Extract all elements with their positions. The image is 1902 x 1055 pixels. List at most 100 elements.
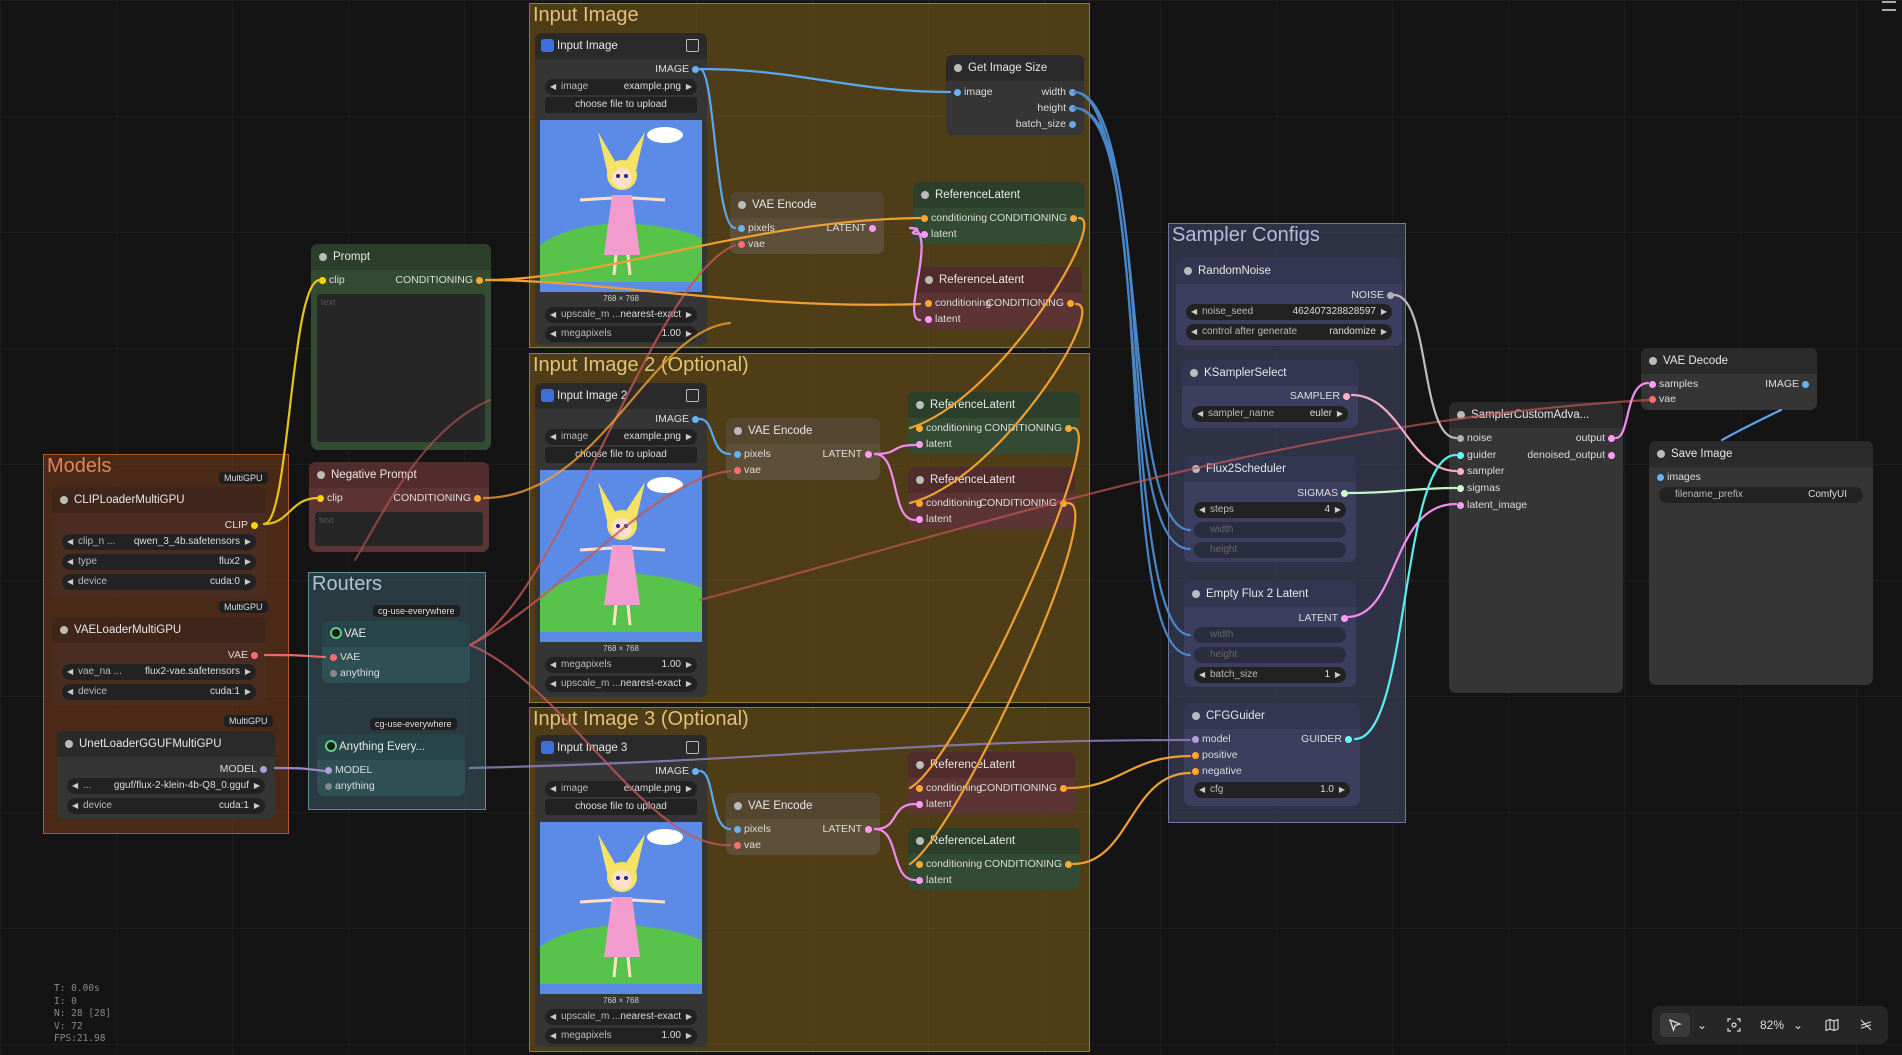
node-prompt[interactable]: Prompt clip CONDITIONING text — [311, 244, 491, 450]
input-pixels[interactable]: pixels — [734, 823, 771, 836]
arrow-left-icon[interactable]: ◀ — [67, 574, 73, 590]
minimap-icon[interactable] — [1820, 1013, 1844, 1037]
megapixels-input[interactable]: ◀ megapixels 1.00 ▶ — [545, 657, 697, 673]
collapse-dot-icon[interactable] — [734, 802, 742, 810]
input-vae[interactable]: vae — [738, 238, 765, 251]
toggle-links-icon[interactable] — [1854, 1013, 1878, 1037]
output-conditioning[interactable]: CONDITIONING — [979, 782, 1067, 795]
type-select[interactable]: ◀ type flux2 ▶ — [62, 554, 256, 570]
collapse-dot-icon[interactable] — [65, 740, 73, 748]
width-input-converted[interactable]: width — [1194, 627, 1346, 643]
node-title-bar[interactable]: ReferenceLatent — [908, 752, 1075, 778]
arrow-left-icon[interactable]: ◀ — [67, 554, 73, 570]
node-title-bar[interactable]: CFGGuider — [1184, 703, 1360, 729]
arrow-right-icon[interactable]: ▶ — [245, 534, 251, 550]
node-random-noise[interactable]: RandomNoise NOISE ◀ noise_seed 462407328… — [1176, 258, 1402, 346]
input-images[interactable]: images — [1657, 471, 1701, 484]
input-vae[interactable]: vae — [734, 464, 761, 477]
clip-name-select[interactable]: ◀ clip_n ... qwen_3_4b.safetensors ▶ — [62, 534, 256, 550]
output-guider[interactable]: GUIDER — [1301, 733, 1352, 746]
negative-prompt-textarea[interactable]: text — [315, 512, 483, 546]
arrow-right-icon[interactable]: ▶ — [686, 1028, 692, 1044]
output-denoised[interactable]: denoised_output — [1527, 449, 1615, 462]
output-sigmas[interactable]: SIGMAS — [1297, 487, 1348, 500]
arrow-left-icon[interactable]: ◀ — [1197, 406, 1203, 422]
node-reference-latent-6[interactable]: ReferenceLatent conditioning latent COND… — [908, 828, 1080, 890]
node-reference-latent-3[interactable]: ReferenceLatent conditioning latent COND… — [908, 392, 1080, 454]
node-title-bar[interactable]: Get Image Size — [946, 55, 1084, 81]
megapixels-input[interactable]: ◀ megapixels 1.00 ▶ — [545, 1028, 697, 1044]
menu-icon[interactable] — [1882, 1, 1896, 11]
input-negative[interactable]: negative — [1192, 765, 1242, 778]
fit-view-icon[interactable] — [1722, 1013, 1746, 1037]
node-title-bar[interactable]: VAE Encode — [726, 793, 880, 819]
collapse-dot-icon[interactable] — [60, 626, 68, 634]
input-guider[interactable]: guider — [1457, 449, 1496, 462]
collapse-dot-icon[interactable] — [1657, 450, 1665, 458]
input-latent[interactable]: latent — [916, 874, 952, 887]
upscale-method-select[interactable]: ◀ upscale_m ... nearest-exact ▶ — [545, 676, 697, 692]
expand-icon[interactable] — [686, 389, 699, 402]
node-title-bar[interactable]: ReferenceLatent — [908, 828, 1080, 854]
arrow-left-icon[interactable]: ◀ — [550, 1009, 556, 1025]
node-title-bar[interactable]: VAE Encode — [730, 192, 884, 218]
node-get-image-size[interactable]: Get Image Size image width height batch_… — [946, 55, 1084, 135]
input-clip[interactable]: clip — [317, 492, 343, 505]
arrow-right-icon[interactable]: ▶ — [245, 574, 251, 590]
collapse-dot-icon[interactable] — [921, 191, 929, 199]
arrow-left-icon[interactable]: ◀ — [1191, 304, 1197, 320]
arrow-left-icon[interactable]: ◀ — [67, 664, 73, 680]
arrow-left-icon[interactable]: ◀ — [72, 778, 78, 794]
steps-input[interactable]: ◀ steps 4 ▶ — [1194, 502, 1346, 518]
chevron-down-icon[interactable]: ⌄ — [1694, 1013, 1710, 1037]
node-title-bar[interactable]: ReferenceLatent — [913, 182, 1085, 208]
output-conditioning[interactable]: CONDITIONING — [979, 497, 1067, 510]
arrow-left-icon[interactable]: ◀ — [1191, 324, 1197, 340]
output-batch-size[interactable]: batch_size — [1016, 118, 1077, 131]
input-model[interactable]: model — [1192, 733, 1231, 746]
node-title-bar[interactable]: Save Image — [1649, 441, 1873, 467]
upload-button[interactable]: choose file to upload — [545, 799, 697, 815]
node-router-vae[interactable]: VAE VAE anything — [322, 621, 470, 683]
node-vae-encode-3[interactable]: VAE Encode pixels vae LATENT — [726, 793, 880, 855]
output-conditioning[interactable]: CONDITIONING — [986, 297, 1074, 310]
input-samples[interactable]: samples — [1649, 378, 1698, 391]
collapse-dot-icon[interactable] — [954, 64, 962, 72]
input-anything[interactable]: anything — [325, 780, 375, 793]
input-latent-image[interactable]: latent_image — [1457, 499, 1527, 512]
node-save-image[interactable]: Save Image images filename_prefix ComfyU… — [1649, 441, 1873, 685]
upscale-method-select[interactable]: ◀ upscale_m ... nearest-exact ▶ — [545, 307, 697, 323]
collapse-dot-icon[interactable] — [319, 253, 327, 261]
node-reference-latent-5[interactable]: ReferenceLatent conditioning latent COND… — [908, 752, 1075, 814]
node-title-bar[interactable]: KSamplerSelect — [1182, 360, 1358, 386]
image-select[interactable]: ◀ image example.png ▶ — [545, 429, 697, 445]
cfg-input[interactable]: ◀ cfg 1.0 ▶ — [1194, 782, 1350, 798]
node-input-image-3[interactable]: Input Image 3 IMAGE ◀ image example.png … — [535, 735, 707, 1047]
node-sampler-custom-advanced[interactable]: SamplerCustomAdva... noise guider sample… — [1449, 402, 1623, 693]
input-conditioning[interactable]: conditioning — [916, 497, 982, 510]
device-select[interactable]: ◀ device cuda:1 ▶ — [62, 684, 256, 700]
arrow-right-icon[interactable]: ▶ — [245, 554, 251, 570]
node-cfg-guider[interactable]: CFGGuider model positive negative GUIDER… — [1184, 703, 1360, 806]
arrow-right-icon[interactable]: ▶ — [1335, 667, 1341, 683]
noise-seed-input[interactable]: ◀ noise_seed 462407328828597 ▶ — [1186, 304, 1392, 320]
arrow-left-icon[interactable]: ◀ — [67, 534, 73, 550]
output-width[interactable]: width — [1041, 86, 1076, 99]
arrow-right-icon[interactable]: ▶ — [686, 676, 692, 692]
input-image[interactable]: image — [954, 86, 993, 99]
node-empty-flux2-latent[interactable]: Empty Flux 2 Latent LATENT width height … — [1184, 581, 1356, 687]
node-vae-decode[interactable]: VAE Decode samples vae IMAGE — [1641, 348, 1817, 410]
input-pixels[interactable]: pixels — [738, 222, 775, 235]
expand-icon[interactable] — [686, 741, 699, 754]
node-reference-latent-1[interactable]: ReferenceLatent conditioning latent COND… — [913, 182, 1085, 244]
node-reference-latent-2[interactable]: ReferenceLatent conditioning latent COND… — [917, 267, 1082, 329]
arrow-left-icon[interactable]: ◀ — [72, 798, 78, 814]
input-conditioning[interactable]: conditioning — [916, 422, 982, 435]
node-title-bar[interactable]: VAELoaderMultiGPU — [52, 617, 266, 643]
output-image[interactable]: IMAGE — [655, 765, 699, 778]
output-conditioning[interactable]: CONDITIONING — [984, 858, 1072, 871]
node-vae-loader[interactable]: VAELoaderMultiGPU VAE ◀ vae_na ... flux2… — [52, 617, 266, 705]
collapse-dot-icon[interactable] — [734, 427, 742, 435]
output-conditioning[interactable]: CONDITIONING — [395, 274, 483, 287]
node-title-bar[interactable]: ReferenceLatent — [908, 467, 1075, 493]
